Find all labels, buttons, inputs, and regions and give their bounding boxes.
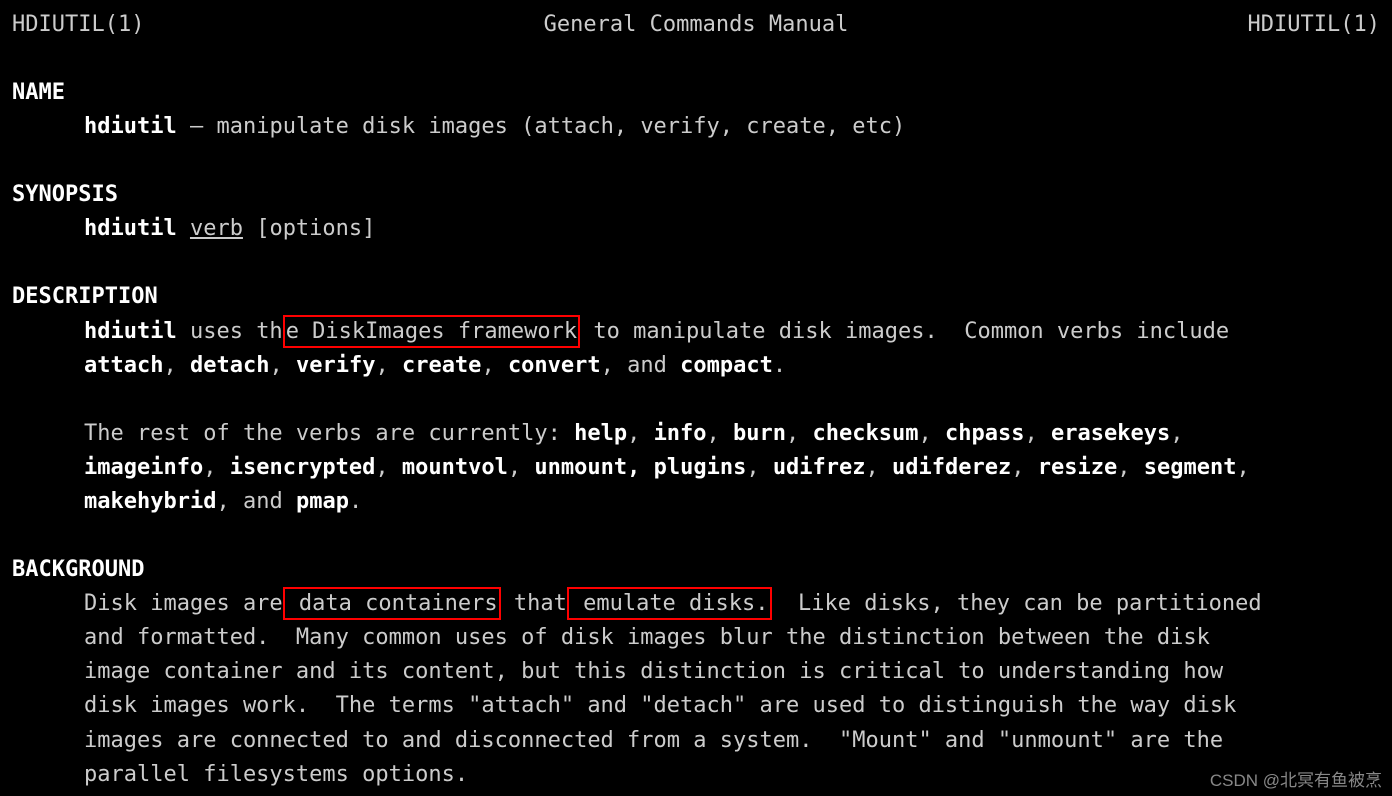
header-center: General Commands Manual [544,8,849,42]
bg-line6: parallel filesystems options. [12,758,1380,792]
desc-verbs-line1: attach, detach, verify, create, convert,… [12,349,1380,383]
highlight-emulate-disks: emulate disks. [567,587,772,620]
desc-line1: hdiutil uses the DiskImages framework to… [12,315,1380,349]
name-cmd: hdiutil [84,114,177,139]
section-description-title: DESCRIPTION [12,280,1380,314]
bg-line4: disk images work. The terms "attach" and… [12,689,1380,723]
bg-line5: images are connected to and disconnected… [12,724,1380,758]
section-background-title: BACKGROUND [12,553,1380,587]
desc-rest-line2: imageinfo, isencrypted, mountvol, unmoun… [12,451,1380,485]
desc-cmd: hdiutil [84,319,177,344]
section-name-title: NAME [12,76,1380,110]
synopsis-verb: verb [190,216,243,241]
bg-line2: and formatted. Many common uses of disk … [12,621,1380,655]
header-right: HDIUTIL(1) [1248,8,1380,42]
desc-rest-line1: The rest of the verbs are currently: hel… [12,417,1380,451]
synopsis-options: [options] [243,216,375,241]
highlight-data-containers: data containers [283,587,501,620]
name-line: hdiutil – manipulate disk images (attach… [12,110,1380,144]
bg-line3: image container and its content, but thi… [12,655,1380,689]
section-synopsis-title: SYNOPSIS [12,178,1380,212]
synopsis-line: hdiutil verb [options] [12,212,1380,246]
highlight-diskimages-framework: e DiskImages framework [283,315,580,348]
name-desc: manipulate disk images (attach, verify, … [216,114,905,139]
name-dash: – [177,114,217,139]
manpage-header: HDIUTIL(1) General Commands Manual HDIUT… [12,8,1380,42]
synopsis-cmd: hdiutil [84,216,177,241]
watermark: CSDN @北冥有鱼被烹 [1210,768,1382,794]
bg-line1: Disk images are data containers that emu… [12,587,1380,621]
desc-rest-line3: makehybrid, and pmap. [12,485,1380,519]
header-left: HDIUTIL(1) [12,8,144,42]
